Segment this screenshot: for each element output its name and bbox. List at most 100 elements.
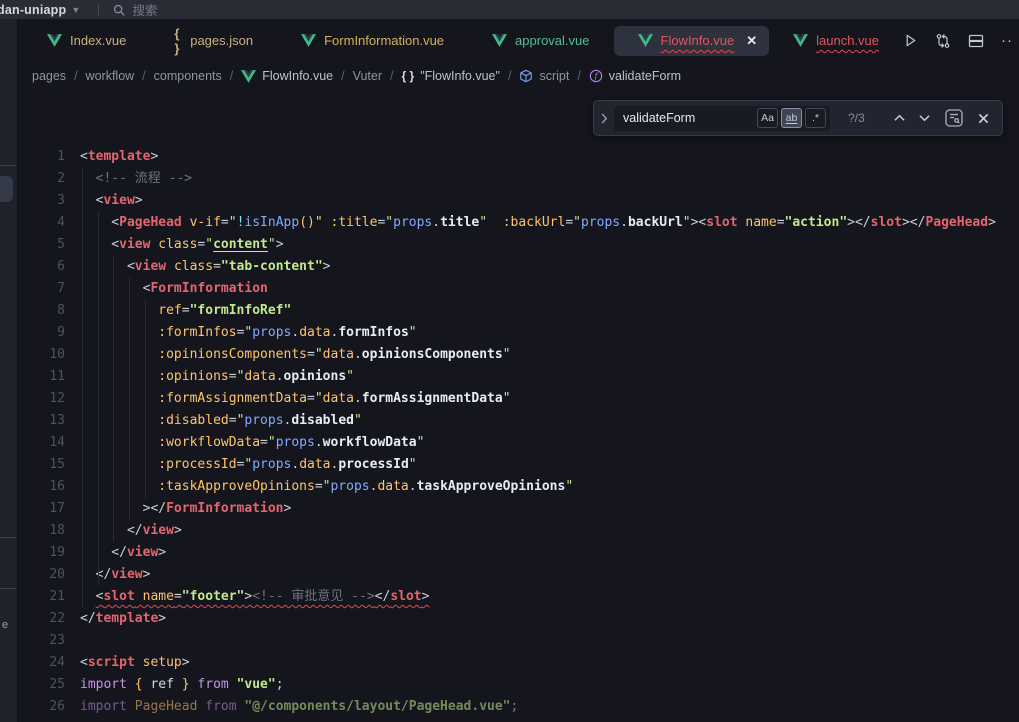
code-line-11[interactable]: 11 :opinions="data.opinions" — [19, 366, 1019, 388]
line-content: <view> — [80, 190, 143, 212]
tab-label: FlowInfo.vue — [661, 33, 735, 48]
tab-index-vue[interactable]: Index.vue — [23, 26, 150, 56]
line-number: 17 — [19, 498, 65, 520]
line-number: 25 — [19, 674, 65, 696]
titlebar-divider — [98, 4, 99, 15]
code-line-17[interactable]: 17 ></FormInformation> — [19, 498, 1019, 520]
vue-logo-icon — [638, 34, 653, 47]
chevron-down-icon: ▼ — [71, 5, 80, 15]
tab-launch-vue[interactable]: launch.vue — [769, 26, 903, 56]
line-content: <script setup> — [80, 652, 190, 674]
close-icon[interactable]: ✕ — [746, 33, 757, 49]
code-line-1[interactable]: 1<template> — [19, 146, 1019, 168]
braces-icon: { } — [402, 69, 415, 83]
breadcrumb-item-components[interactable]: components — [154, 69, 222, 83]
code-line-24[interactable]: 24<script setup> — [19, 652, 1019, 674]
line-number: 3 — [19, 190, 65, 212]
toggle-replace-button[interactable] — [594, 113, 614, 124]
line-number: 5 — [19, 234, 65, 256]
sidebar-clipped-text: e — [2, 619, 8, 631]
breadcrumb-label: "FlowInfo.vue" — [420, 69, 500, 83]
tab-forminformation-vue[interactable]: FormInformation.vue — [277, 26, 468, 56]
regex-toggle[interactable]: .* — [805, 108, 826, 128]
code-line-23[interactable]: 23 — [19, 630, 1019, 652]
tab-list: Index.vue { } pages.json FormInformation.vu… — [19, 19, 903, 62]
line-number: 20 — [19, 564, 65, 586]
code-line-15[interactable]: 15 :processId="props.data.processId" — [19, 454, 1019, 476]
breadcrumb-label: FlowInfo.vue — [262, 69, 333, 83]
run-button[interactable] — [903, 33, 918, 48]
line-content: </view> — [80, 564, 150, 586]
whole-word-toggle[interactable]: ab — [781, 108, 802, 128]
code-line-5[interactable]: 5 <view class="content"> — [19, 234, 1019, 256]
previous-match-button[interactable] — [894, 114, 905, 122]
breadcrumb-item-flowinfo-vue[interactable]: FlowInfo.vue — [241, 69, 333, 83]
code-line-3[interactable]: 3 <view> — [19, 190, 1019, 212]
vue-logo-icon — [492, 34, 507, 47]
code-line-19[interactable]: 19 </view> — [19, 542, 1019, 564]
code-editor[interactable]: validateForm Aa ab .* ?/3 — [19, 90, 1019, 722]
code-line-21[interactable]: 21 <slot name="footer"><!-- 审批意见 --></sl… — [19, 586, 1019, 608]
breadcrumb-item-vuter[interactable]: Vuter — [353, 69, 382, 83]
breadcrumb-item-script[interactable]: script — [519, 69, 569, 83]
vue-logo-icon — [47, 34, 62, 47]
code-line-8[interactable]: 8 ref="formInfoRef" — [19, 300, 1019, 322]
find-in-selection-button[interactable] — [944, 108, 964, 128]
split-editor-button[interactable] — [968, 33, 984, 49]
breadcrumb-separator: / — [142, 69, 145, 83]
breadcrumb-item-validateform[interactable]: fvalidateForm — [589, 69, 681, 83]
tab-label: approval.vue — [515, 33, 589, 48]
code-line-25[interactable]: 25 import { ref } from "vue"; — [19, 674, 1019, 696]
code-line-18[interactable]: 18 </view> — [19, 520, 1019, 542]
code-line-2[interactable]: 2 <!-- 流程 --> — [19, 168, 1019, 190]
code-line-10[interactable]: 10 :opinionsComponents="data.opinionsCom… — [19, 344, 1019, 366]
editor-actions: ··· — [903, 32, 1019, 49]
code-line-26[interactable]: 26import PageHead from "@/components/lay… — [19, 696, 1019, 718]
breadcrumb-label: script — [539, 69, 569, 83]
code-line-20[interactable]: 20 </view> — [19, 564, 1019, 586]
line-content: <PageHead v-if="!isInApp()" :title="prop… — [80, 212, 996, 234]
tab-approval-vue[interactable]: approval.vue — [468, 26, 613, 56]
code-line-9[interactable]: 9 :formInfos="props.data.formInfos" — [19, 322, 1019, 344]
more-actions-button[interactable]: ··· — [1001, 32, 1013, 49]
breadcrumb-separator: / — [230, 69, 233, 83]
braces-icon: { } — [174, 26, 182, 56]
find-input[interactable]: validateForm Aa ab .* — [614, 106, 830, 131]
tab-flowinfo-vue[interactable]: FlowInfo.vue ✕ — [614, 26, 770, 56]
breadcrumb-item--flowinfo-vue-[interactable]: { } "FlowInfo.vue" — [402, 69, 500, 83]
code-line-6[interactable]: 6 <view class="tab-content"> — [19, 256, 1019, 278]
code-line-7[interactable]: 7 <FormInformation — [19, 278, 1019, 300]
line-content: :workflowData="props.workflowData" — [80, 432, 424, 454]
code-line-22[interactable]: 22</template> — [19, 608, 1019, 630]
line-content: <template> — [80, 146, 158, 168]
code-line-14[interactable]: 14 :workflowData="props.workflowData" — [19, 432, 1019, 454]
line-content: <slot name="footer"><!-- 审批意见 --></slot> — [80, 586, 429, 608]
line-number: 18 — [19, 520, 65, 542]
project-switcher[interactable]: dan-uniapp ▼ — [0, 3, 80, 17]
match-case-toggle[interactable]: Aa — [757, 108, 778, 128]
breadcrumb-item-pages[interactable]: pages — [32, 69, 66, 83]
line-number: 23 — [19, 630, 65, 652]
compare-changes-button[interactable] — [935, 33, 951, 49]
sidebar-divider — [0, 537, 16, 538]
line-content: :disabled="props.disabled" — [80, 410, 362, 432]
search-icon — [113, 4, 125, 16]
line-content: :formInfos="props.data.formInfos" — [80, 322, 417, 344]
breadcrumb: pages / workflow / components / FlowInfo.vue / V… — [19, 62, 1019, 90]
close-find-button[interactable] — [978, 113, 989, 124]
breadcrumb-label: validateForm — [609, 69, 681, 83]
breadcrumb-separator: / — [508, 69, 511, 83]
code-line-12[interactable]: 12 :formAssignmentData="data.formAssignm… — [19, 388, 1019, 410]
breadcrumb-item-workflow[interactable]: workflow — [86, 69, 135, 83]
tab-pages-json[interactable]: { } pages.json — [150, 26, 277, 56]
next-match-button[interactable] — [919, 114, 930, 122]
code-line-4[interactable]: 4 <PageHead v-if="!isInApp()" :title="pr… — [19, 212, 1019, 234]
line-number: 14 — [19, 432, 65, 454]
line-content: import { ref } from "vue"; — [80, 674, 284, 696]
sidebar-divider — [0, 165, 16, 166]
code-line-13[interactable]: 13 :disabled="props.disabled" — [19, 410, 1019, 432]
code-line-16[interactable]: 16 :taskApproveOpinions="props.data.task… — [19, 476, 1019, 498]
global-search[interactable]: 搜索 — [113, 0, 157, 19]
breadcrumb-separator: / — [577, 69, 580, 83]
tab-label: pages.json — [190, 33, 253, 48]
